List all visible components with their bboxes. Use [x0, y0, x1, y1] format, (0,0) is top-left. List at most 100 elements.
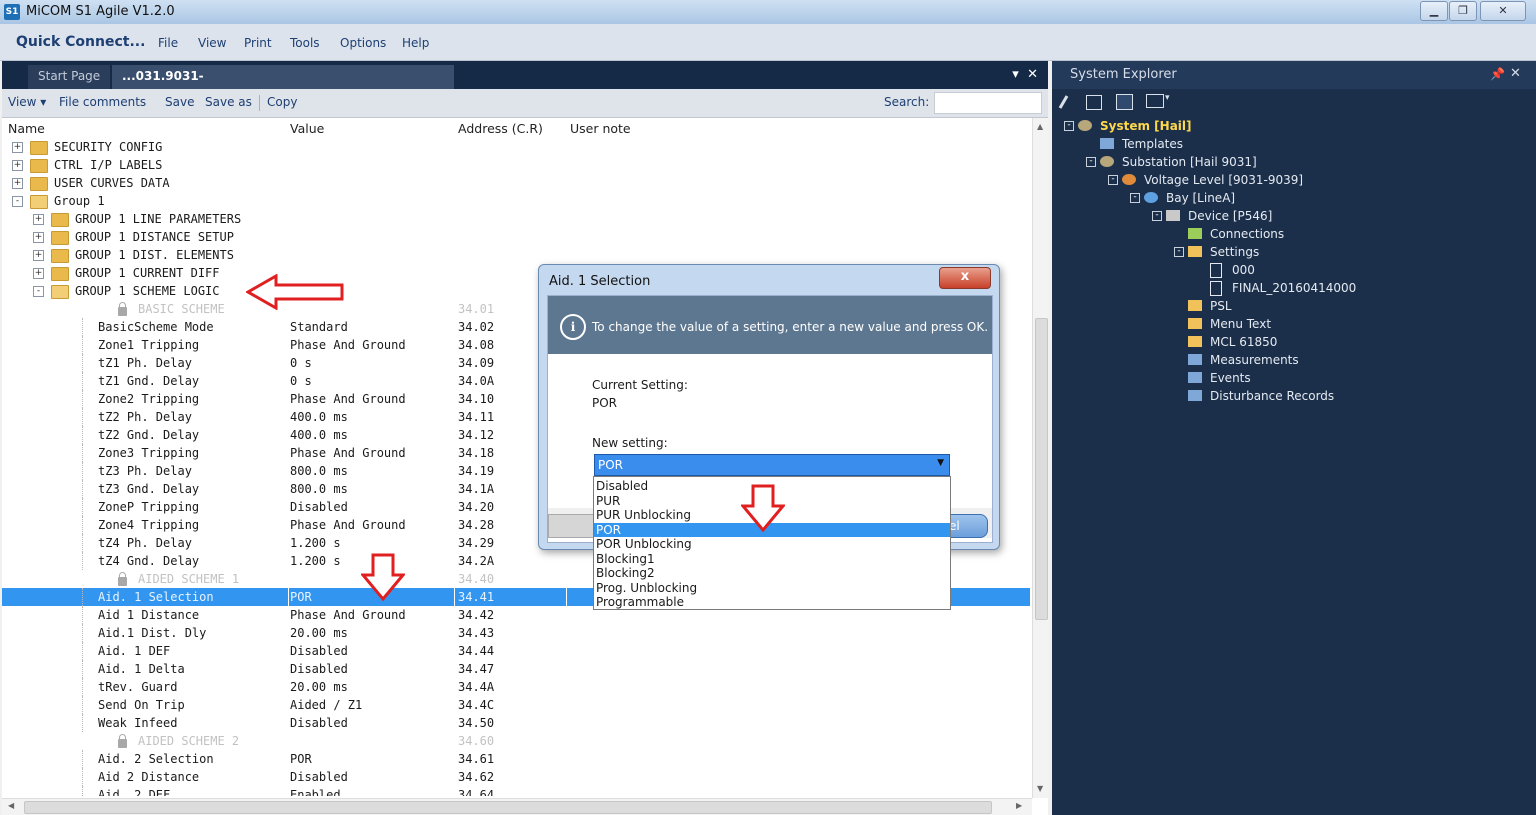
copy-icon[interactable]	[1086, 95, 1102, 110]
tree-group-row[interactable]: AIDED SCHEME 2 34.60	[2, 732, 1030, 750]
properties-icon[interactable]	[1116, 94, 1133, 110]
chevron-down-icon[interactable]: ▾	[1165, 93, 1170, 103]
view-dropdown[interactable]: View ▾	[8, 95, 46, 109]
tree-group-row[interactable]: - Group 1	[2, 192, 1030, 210]
expand-icon[interactable]: +	[12, 142, 23, 153]
cell-divider	[566, 588, 567, 606]
tree-guide-line	[82, 498, 83, 516]
expand-icon[interactable]: +	[12, 160, 23, 171]
menu-tools[interactable]: Tools	[290, 36, 320, 50]
select-option[interactable]: Prog. Unblocking	[594, 581, 950, 596]
row-value: 400.0 ms	[290, 428, 348, 442]
collapse-icon[interactable]: -	[33, 286, 44, 297]
expand-icon[interactable]: +	[33, 232, 44, 243]
row-address: 34.20	[458, 500, 495, 514]
menu-options[interactable]: Options	[340, 36, 386, 50]
tab-list-dropdown-icon[interactable]: ▾	[1012, 67, 1019, 82]
quick-connect-button[interactable]: Quick Connect...	[16, 34, 145, 50]
tab-start-page[interactable]: Start Page	[28, 65, 111, 89]
annotation-arrow-left	[246, 274, 344, 310]
horizontal-scroll-thumb[interactable]	[24, 801, 992, 814]
select-option[interactable]: Blocking2	[594, 566, 950, 581]
setting-row[interactable]: Aid. 1 Delta Disabled 34.47	[2, 660, 1030, 678]
setting-row[interactable]: tRev. Guard 20.00 ms 34.4A	[2, 678, 1030, 696]
expand-icon[interactable]: +	[12, 178, 23, 189]
expand-icon[interactable]: +	[33, 214, 44, 225]
row-name: Aid. 1 Selection	[98, 590, 214, 604]
minimize-icon[interactable]: ▁	[1420, 1, 1448, 21]
setting-row[interactable]: Aid 2 Distance Disabled 34.62	[2, 768, 1030, 786]
search-input[interactable]	[934, 92, 1042, 114]
expand-icon[interactable]: +	[33, 250, 44, 261]
current-setting-label: Current Setting:	[592, 378, 688, 392]
select-option[interactable]: POR Unblocking	[594, 537, 950, 552]
scroll-right-icon[interactable]: ▶	[1016, 801, 1022, 810]
scroll-down-icon[interactable]: ▼	[1037, 784, 1043, 793]
row-address: 34.64	[458, 788, 495, 796]
setting-row[interactable]: Aid.1 Dist. Dly 20.00 ms 34.43	[2, 624, 1030, 642]
setting-row[interactable]: Aid. 1 DEF Disabled 34.44	[2, 642, 1030, 660]
menu-print[interactable]: Print	[244, 36, 272, 50]
setting-row[interactable]: Aid. 2 DEF Enabled 34.64	[2, 786, 1030, 796]
tree-group-row[interactable]: + CTRL I/P LABELS	[2, 156, 1030, 174]
scroll-up-icon[interactable]: ▲	[1037, 122, 1043, 131]
edit-icon[interactable]	[1058, 95, 1069, 109]
file-comments-button[interactable]: File comments	[59, 95, 146, 109]
close-panel-icon[interactable]: ✕	[1510, 66, 1521, 81]
cell-divider	[288, 588, 289, 606]
expand-icon[interactable]: +	[33, 268, 44, 279]
view-options-icon[interactable]	[1146, 94, 1164, 108]
row-name: Zone3 Tripping	[98, 446, 200, 460]
row-value: Phase And Ground	[290, 518, 406, 532]
explorer-item-label: Events	[1210, 371, 1251, 385]
save-as-button[interactable]: Save as	[205, 95, 252, 109]
collapse-icon[interactable]: -	[1064, 121, 1074, 131]
tree-group-row[interactable]: + GROUP 1 DISTANCE SETUP	[2, 228, 1030, 246]
row-name: USER CURVES DATA	[54, 176, 170, 190]
collapse-icon[interactable]: -	[1152, 211, 1162, 221]
horizontal-scrollbar[interactable]: ◀ ▶	[2, 798, 1032, 815]
row-name: AIDED SCHEME 1	[138, 572, 240, 586]
collapse-icon[interactable]: -	[1108, 175, 1118, 185]
collapse-icon[interactable]: -	[1130, 193, 1140, 203]
setting-row[interactable]: Aid. 2 Selection POR 34.61	[2, 750, 1030, 768]
menu-file[interactable]: File	[158, 36, 178, 50]
vertical-scrollbar[interactable]: ▲ ▼	[1032, 118, 1049, 798]
ok-button[interactable]	[548, 514, 598, 538]
column-name[interactable]: Name	[8, 121, 45, 136]
pin-icon[interactable]: 📌	[1490, 67, 1505, 81]
tree-group-row[interactable]: + USER CURVES DATA	[2, 174, 1030, 192]
scroll-left-icon[interactable]: ◀	[8, 801, 14, 810]
tab-settings-file[interactable]: ...031.9031-9039.LineA.P546.FINAL_201604…	[112, 65, 454, 105]
restore-icon[interactable]: ❐	[1449, 1, 1477, 21]
tree-group-row[interactable]: + GROUP 1 LINE PARAMETERS	[2, 210, 1030, 228]
file-icon	[1210, 263, 1222, 278]
chevron-down-icon[interactable]: ▼	[937, 458, 944, 468]
dialog-close-button[interactable]: x	[939, 267, 991, 289]
menu-help[interactable]: Help	[402, 36, 429, 50]
tree-guide-line	[82, 660, 83, 678]
column-value[interactable]: Value	[290, 121, 324, 136]
copy-button[interactable]: Copy	[267, 95, 297, 109]
row-value: Aided / Z1	[290, 698, 363, 712]
row-name: BasicScheme Mode	[98, 320, 214, 334]
collapse-icon[interactable]: -	[1174, 247, 1184, 257]
select-option[interactable]: Blocking1	[594, 552, 950, 567]
collapse-icon[interactable]: -	[1086, 157, 1096, 167]
collapse-icon[interactable]: -	[12, 196, 23, 207]
vertical-scroll-thumb[interactable]	[1035, 318, 1048, 620]
menu-view[interactable]: View	[198, 36, 226, 50]
close-icon[interactable]: ✕	[1480, 1, 1526, 21]
row-address: 34.4C	[458, 698, 495, 712]
close-tab-icon[interactable]: ✕	[1027, 67, 1038, 82]
setting-row[interactable]: Send On Trip Aided / Z1 34.4C	[2, 696, 1030, 714]
setting-row[interactable]: Weak Infeed Disabled 34.50	[2, 714, 1030, 732]
column-address[interactable]: Address (C.R)	[458, 121, 543, 136]
select-option[interactable]: Programmable	[594, 595, 950, 610]
tree-group-row[interactable]: + GROUP 1 DIST. ELEMENTS	[2, 246, 1030, 264]
new-setting-select[interactable]: POR ▼	[594, 454, 950, 476]
search-label: Search:	[884, 95, 930, 109]
column-user-note[interactable]: User note	[570, 121, 631, 136]
tree-group-row[interactable]: + SECURITY CONFIG	[2, 138, 1030, 156]
save-button[interactable]: Save	[165, 95, 194, 109]
